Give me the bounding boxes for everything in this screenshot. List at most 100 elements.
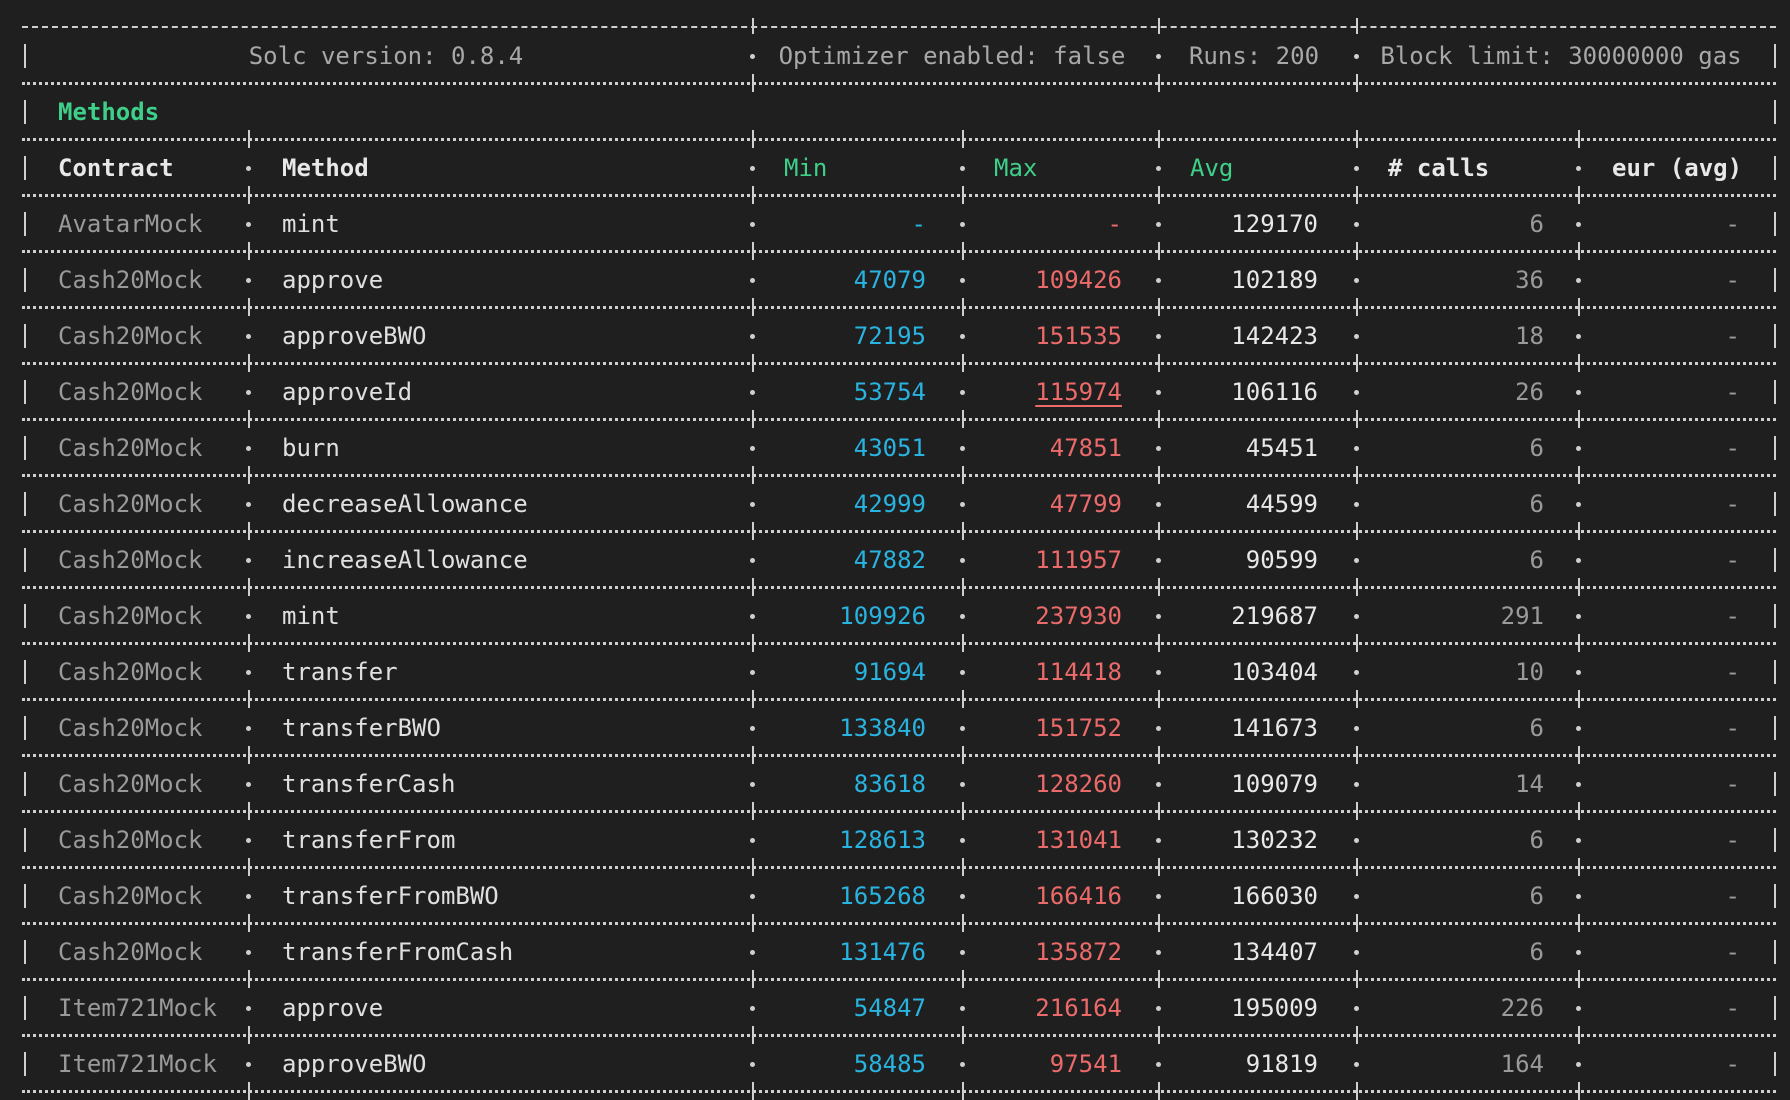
table-row: Cash20Mock approve 47079 109426 102189 36 -: [0, 252, 1790, 308]
table-rule: [22, 754, 1776, 757]
column-divider: [1774, 492, 1776, 516]
column-divider: [1158, 1082, 1160, 1100]
column-divider: [1356, 1026, 1358, 1044]
min-gas-cell: 42999: [853, 490, 926, 518]
cell-separator-dot: [1156, 950, 1161, 955]
column-divider: [248, 354, 250, 372]
eur-avg-cell: -: [1725, 994, 1740, 1022]
method-cell: transfer: [282, 658, 398, 686]
column-divider: [752, 130, 754, 148]
contract-cell: Cash20Mock: [58, 882, 203, 910]
table-row: Cash20Mock transfer 91694 114418 103404 10 -: [0, 644, 1790, 700]
cell-separator-dot: [246, 278, 251, 283]
column-divider: [1578, 130, 1580, 148]
table-rule: [22, 978, 1776, 981]
eur-avg-cell: -: [1725, 770, 1740, 798]
column-divider: [752, 634, 754, 652]
table-row: Cash20Mock transferFrom 128613 131041 130232…: [0, 812, 1790, 868]
column-divider: [1158, 466, 1160, 484]
column-divider: [752, 410, 754, 428]
contract-cell: AvatarMock: [58, 210, 203, 238]
cell-separator-dot: [960, 222, 965, 227]
column-divider: [1774, 156, 1776, 180]
calls-cell: 6: [1529, 434, 1544, 462]
table-row: Cash20Mock burn 43051 47851 45451 6 -: [0, 420, 1790, 476]
eur-avg-cell: -: [1725, 266, 1740, 294]
column-divider: [962, 466, 964, 484]
avg-gas-cell: 106116: [1231, 378, 1318, 406]
column-divider: [1774, 716, 1776, 740]
cell-separator-dot: [1576, 222, 1581, 227]
column-divider: [752, 858, 754, 876]
cell-separator-dot: [750, 1062, 755, 1067]
column-divider: [1774, 940, 1776, 964]
column-divider: [1774, 100, 1776, 124]
column-divider: [24, 156, 26, 180]
cell-separator-dot: [246, 222, 251, 227]
column-divider: [24, 716, 26, 740]
column-divider: [248, 522, 250, 540]
column-divider: [248, 802, 250, 820]
column-divider: [962, 690, 964, 708]
column-divider: [1158, 18, 1160, 34]
column-divider: [962, 858, 964, 876]
column-divider: [1578, 858, 1580, 876]
column-divider: [752, 18, 754, 34]
table-rule: [22, 642, 1776, 645]
cell-separator-dot: [1354, 894, 1359, 899]
contract-cell: Cash20Mock: [58, 770, 203, 798]
min-gas-cell: 47079: [853, 266, 926, 294]
column-divider: [248, 578, 250, 596]
col-header-avg: Avg: [1190, 154, 1234, 182]
method-cell: mint: [282, 602, 340, 630]
column-divider: [248, 914, 250, 932]
cell-separator-dot: [1354, 334, 1359, 339]
min-gas-cell: 91694: [853, 658, 926, 686]
column-divider: [1158, 634, 1160, 652]
column-divider: [752, 354, 754, 372]
column-divider: [1578, 746, 1580, 764]
eur-avg-cell: -: [1725, 546, 1740, 574]
column-divider: [1578, 298, 1580, 316]
column-divider: [1578, 690, 1580, 708]
cell-separator-dot: [246, 502, 251, 507]
table-rule: [22, 194, 1776, 197]
column-divider: [1158, 186, 1160, 204]
method-cell: transferFromBWO: [282, 882, 499, 910]
min-gas-cell: 58485: [853, 1050, 926, 1078]
cell-separator-dot: [1156, 1062, 1161, 1067]
cell-separator-dot: [1576, 782, 1581, 787]
max-gas-cell: 111957: [1035, 546, 1122, 574]
method-cell: approve: [282, 994, 384, 1022]
column-divider: [962, 1082, 964, 1100]
eur-avg-cell: -: [1725, 658, 1740, 686]
column-divider: [752, 1026, 754, 1044]
column-divider: [1356, 186, 1358, 204]
column-divider: [962, 298, 964, 316]
cell-separator-dot: [1156, 334, 1161, 339]
cell-separator-dot: [750, 670, 755, 675]
calls-cell: 6: [1529, 826, 1544, 854]
cell-separator-dot: [1354, 558, 1359, 563]
calls-cell: 14: [1515, 770, 1544, 798]
cell-separator-dot: [246, 894, 251, 899]
column-divider: [1158, 354, 1160, 372]
cell-separator-dot: [750, 502, 755, 507]
table-rule: [22, 418, 1776, 421]
column-divider: [1158, 578, 1160, 596]
column-divider: [962, 634, 964, 652]
column-divider: [752, 746, 754, 764]
column-divider: [1578, 802, 1580, 820]
column-divider: [248, 410, 250, 428]
avg-gas-cell: 134407: [1231, 938, 1318, 966]
cell-separator-dot: [1156, 54, 1161, 59]
cell-separator-dot: [1576, 1062, 1581, 1067]
column-divider: [1774, 996, 1776, 1020]
table-row: Item721Mock approveBWO 58485 97541 91819 164 -: [0, 1036, 1790, 1092]
table-row: Item721Mock approve 54847 216164 195009 226 -: [0, 980, 1790, 1036]
methods-section-row: Methods: [0, 84, 1790, 140]
contract-cell: Item721Mock: [58, 994, 217, 1022]
column-divider: [1158, 914, 1160, 932]
cell-separator-dot: [960, 726, 965, 731]
cell-separator-dot: [1156, 390, 1161, 395]
